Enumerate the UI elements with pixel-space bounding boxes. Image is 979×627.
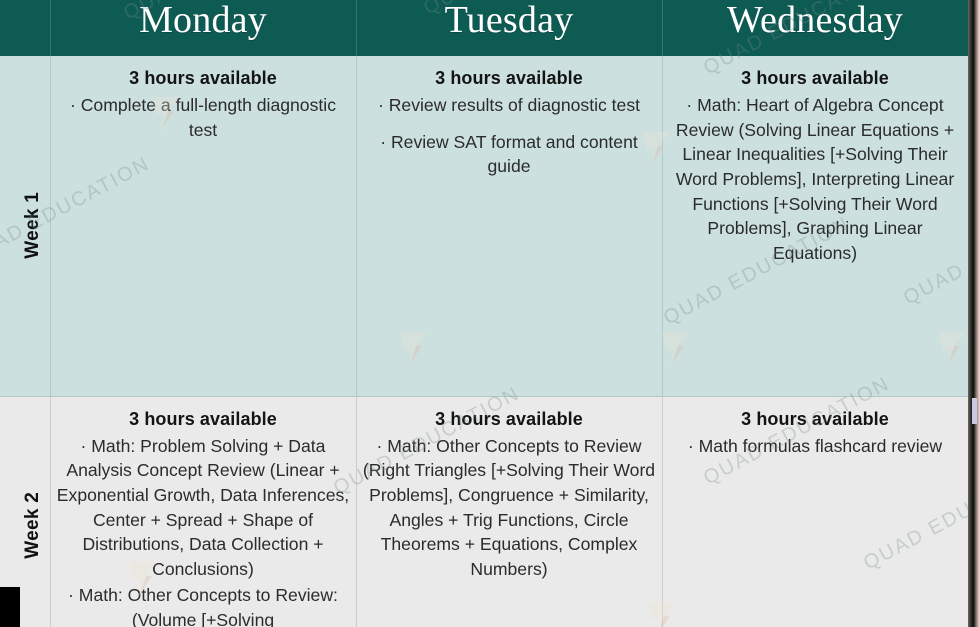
schedule-page: Monday Tuesday Wednesday Week 1 3 hours … — [0, 0, 979, 627]
hours-available: 3 hours available — [741, 68, 889, 88]
table-row: Week 2 3 hours available · Math: Problem… — [0, 396, 969, 627]
cell-week1-monday: 3 hours available · Complete a full-leng… — [49, 56, 357, 397]
table-header: Monday Tuesday Wednesday — [0, 0, 969, 56]
bullet-list: · Complete a full-length diagnostic test — [57, 93, 350, 142]
week-label-cell-1: Week 1 — [0, 56, 51, 397]
header-day-tuesday: Tuesday — [355, 0, 663, 56]
cell-week2-tuesday: 3 hours available · Math: Other Concepts… — [355, 396, 663, 627]
cell-week2-wednesday: 3 hours available · Math formulas flashc… — [661, 396, 969, 627]
week-label-2: Week 2 — [22, 491, 44, 559]
list-item: · Math: Other Concepts to Review: (Volum… — [68, 585, 338, 627]
bullet-list: · Review results of diagnostic test · Re… — [363, 93, 656, 179]
bullet-list: · Math: Problem Solving + Data Analysis … — [57, 434, 350, 627]
header-day-monday: Monday — [49, 0, 357, 56]
study-schedule-table: Monday Tuesday Wednesday Week 1 3 hours … — [0, 0, 969, 627]
bullet-list: · Math: Other Concepts to Review (Right … — [363, 434, 656, 582]
week-label-1: Week 1 — [22, 192, 44, 260]
right-edge-artifact — [968, 0, 979, 627]
list-item: · Math: Heart of Algebra Concept Review … — [675, 95, 955, 263]
list-item: · Math: Problem Solving + Data Analysis … — [56, 435, 350, 579]
hours-available: 3 hours available — [741, 408, 889, 429]
list-item: · Review SAT format and content guide — [380, 131, 638, 177]
table-row: Week 1 3 hours available · Complete a fu… — [0, 56, 969, 397]
header-corner — [0, 0, 51, 56]
hours-available: 3 hours available — [435, 408, 583, 429]
hours-available: 3 hours available — [129, 68, 277, 88]
right-edge-highlight — [972, 398, 977, 424]
cell-week1-wednesday: 3 hours available · Math: Heart of Algeb… — [661, 56, 969, 397]
bullet-list: · Math formulas flashcard review — [669, 434, 962, 459]
header-day-wednesday: Wednesday — [661, 0, 969, 56]
bottom-left-edge-artifact — [0, 587, 20, 627]
cell-week1-tuesday: 3 hours available · Review results of di… — [355, 56, 663, 397]
hours-available: 3 hours available — [435, 68, 583, 88]
bullet-list: · Math: Heart of Algebra Concept Review … — [669, 93, 962, 265]
list-item: · Math: Other Concepts to Review (Right … — [362, 435, 656, 579]
header-row: Monday Tuesday Wednesday — [0, 0, 969, 56]
hours-available: 3 hours available — [129, 408, 277, 429]
list-item: · Complete a full-length diagnostic test — [69, 95, 336, 140]
table-body: Week 1 3 hours available · Complete a fu… — [0, 56, 969, 627]
list-item: · Math formulas flashcard review — [687, 435, 943, 456]
cell-week2-monday: 3 hours available · Math: Problem Solvin… — [49, 396, 357, 627]
list-item: · Review results of diagnostic test — [377, 95, 641, 116]
